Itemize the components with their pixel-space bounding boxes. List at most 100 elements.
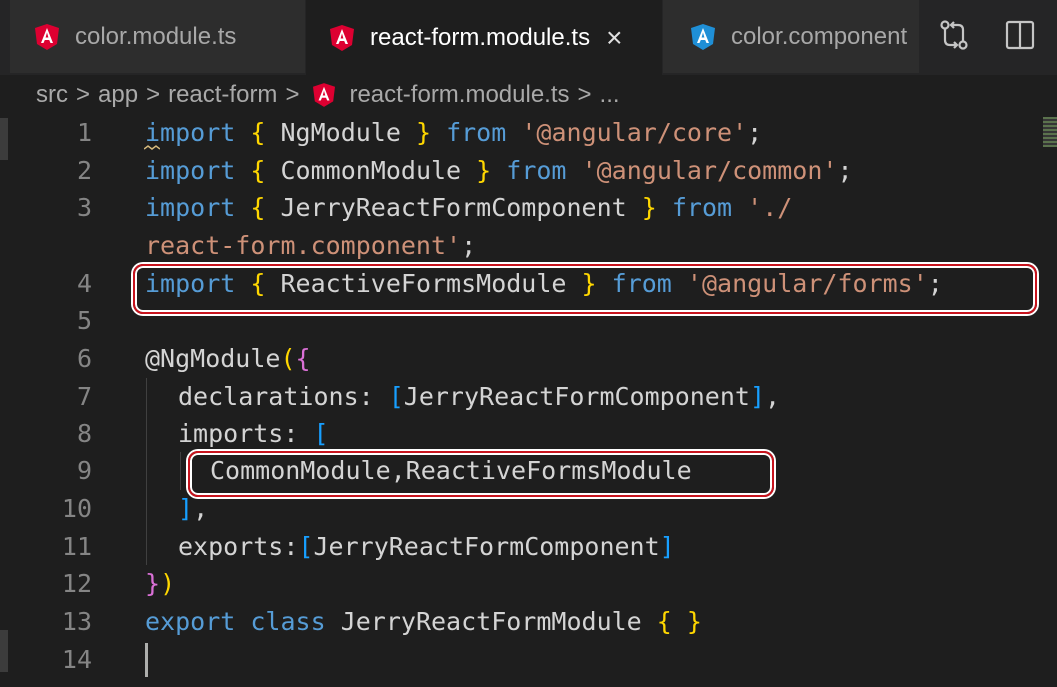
tab-bar: color.module.ts react-form.module.ts × c… (0, 0, 1057, 75)
breadcrumb-separator: > (577, 81, 592, 108)
identifier: NgModule (265, 118, 416, 147)
brace: } (415, 118, 432, 147)
paren: ) (160, 569, 176, 598)
breadcrumb-item-file[interactable]: react-form.module.ts (349, 81, 569, 109)
breadcrumb: src > app > react-form > react-form.modu… (36, 78, 620, 112)
line-number: 8 (76, 419, 92, 448)
angular-icon (330, 24, 354, 51)
identifier: CommonModule (265, 156, 477, 185)
tab-color-module[interactable]: color.module.ts (10, 0, 305, 73)
code-line-11: exports:[JerryReactFormComponent] (178, 528, 675, 566)
breadcrumb-item-src[interactable]: src (36, 81, 68, 109)
string-literal: react-form.component' (145, 231, 462, 260)
warning-squiggle (144, 145, 160, 150)
line-number: 14 (61, 645, 92, 674)
tab-label: color.component (731, 22, 908, 50)
brace: { (295, 344, 311, 373)
breadcrumb-separator: > (76, 81, 91, 108)
tab-color-component[interactable]: color.component (663, 0, 919, 73)
code-line-3-wrap: react-form.component'; (145, 227, 476, 265)
line-number: 10 (61, 494, 92, 523)
code-line-2: import { CommonModule } from '@angular/c… (145, 152, 853, 190)
brace: { (250, 118, 266, 147)
angular-icon (35, 23, 59, 50)
line-number: 1 (76, 118, 92, 147)
code-line-6: @NgModule({ (145, 340, 311, 378)
line-number: 12 (61, 569, 92, 598)
highlight-imports-array (188, 451, 774, 497)
code-line-8: imports: [ (178, 415, 329, 453)
breadcrumb-separator: > (285, 81, 300, 108)
keyword-import: import (145, 118, 236, 147)
breadcrumb-item-app[interactable]: app (98, 81, 138, 109)
keyword-import: import (145, 193, 236, 222)
identifier: JerryReactFormModule (325, 607, 657, 636)
code-line-7: declarations: [JerryReactFormComponent], (178, 378, 780, 416)
keyword-from: from (671, 193, 733, 222)
paren: ( (280, 344, 296, 373)
bracket: [ (388, 382, 404, 411)
identifier: JerryReactFormComponent (313, 532, 660, 561)
highlight-import-reactive-forms (133, 264, 1037, 314)
brace: { (656, 607, 672, 636)
tab-label: react-form.module.ts (370, 23, 591, 51)
indent-guide (146, 378, 147, 565)
semicolon: ; (837, 156, 853, 185)
breadcrumb-item-react-form[interactable]: react-form (168, 81, 277, 109)
git-compare-icon[interactable] (937, 18, 971, 52)
code-line-1: import { NgModule } from '@angular/core'… (145, 114, 762, 152)
close-icon[interactable]: × (606, 23, 622, 52)
brace: } (476, 156, 492, 185)
string-literal: '@angular/core' (521, 118, 748, 147)
string-literal: './ (747, 193, 793, 222)
brace: } (145, 569, 161, 598)
comma: , (765, 382, 781, 411)
indent-guide (180, 452, 181, 490)
brace: } (686, 607, 702, 636)
comma: , (193, 494, 209, 523)
property: imports: (178, 419, 314, 448)
semicolon: ; (461, 231, 477, 260)
bracket: [ (313, 419, 329, 448)
brace: } (641, 193, 657, 222)
string-literal: '@angular/common' (581, 156, 838, 185)
brace: { (250, 156, 266, 185)
keyword-import: import (145, 156, 236, 185)
code-line-12: }) (145, 565, 175, 603)
line-number: 7 (76, 382, 92, 411)
property: declarations: (178, 382, 389, 411)
line-number: 2 (76, 156, 92, 185)
line-number: 3 (76, 193, 92, 222)
breadcrumb-separator: > (146, 81, 161, 108)
bracket: ] (659, 532, 675, 561)
brace: { (250, 193, 266, 222)
keyword-export: export (145, 607, 236, 636)
keyword-from: from (506, 156, 567, 185)
text-cursor (145, 643, 148, 677)
property: exports: (178, 532, 299, 561)
decorator: @NgModule (145, 344, 281, 373)
angular-blue-icon (691, 23, 715, 50)
keyword-class: class (250, 607, 326, 636)
bracket: ] (749, 382, 766, 411)
code-line-3: import { JerryReactFormComponent } from … (145, 189, 792, 227)
line-number: 11 (61, 532, 92, 561)
code-line-13: export class JerryReactFormModule { } (145, 603, 702, 641)
bracket: ] (178, 494, 194, 523)
line-number: 5 (76, 306, 92, 335)
identifier: JerryReactFormComponent (265, 193, 642, 222)
split-editor-icon[interactable] (1003, 18, 1037, 52)
line-number: 9 (76, 456, 92, 485)
line-number: 13 (61, 607, 92, 636)
angular-icon (313, 83, 336, 107)
line-number: 4 (76, 269, 92, 298)
identifier: JerryReactFormComponent (403, 382, 750, 411)
breadcrumb-item-more[interactable]: ... (600, 81, 620, 109)
tab-react-form-module[interactable]: react-form.module.ts × (306, 0, 662, 75)
minimap[interactable] (1043, 117, 1057, 147)
keyword-from: from (446, 118, 507, 147)
bracket: [ (298, 532, 314, 561)
tab-label: color.module.ts (75, 22, 237, 50)
semicolon: ; (747, 118, 763, 147)
line-number: 6 (76, 344, 92, 373)
